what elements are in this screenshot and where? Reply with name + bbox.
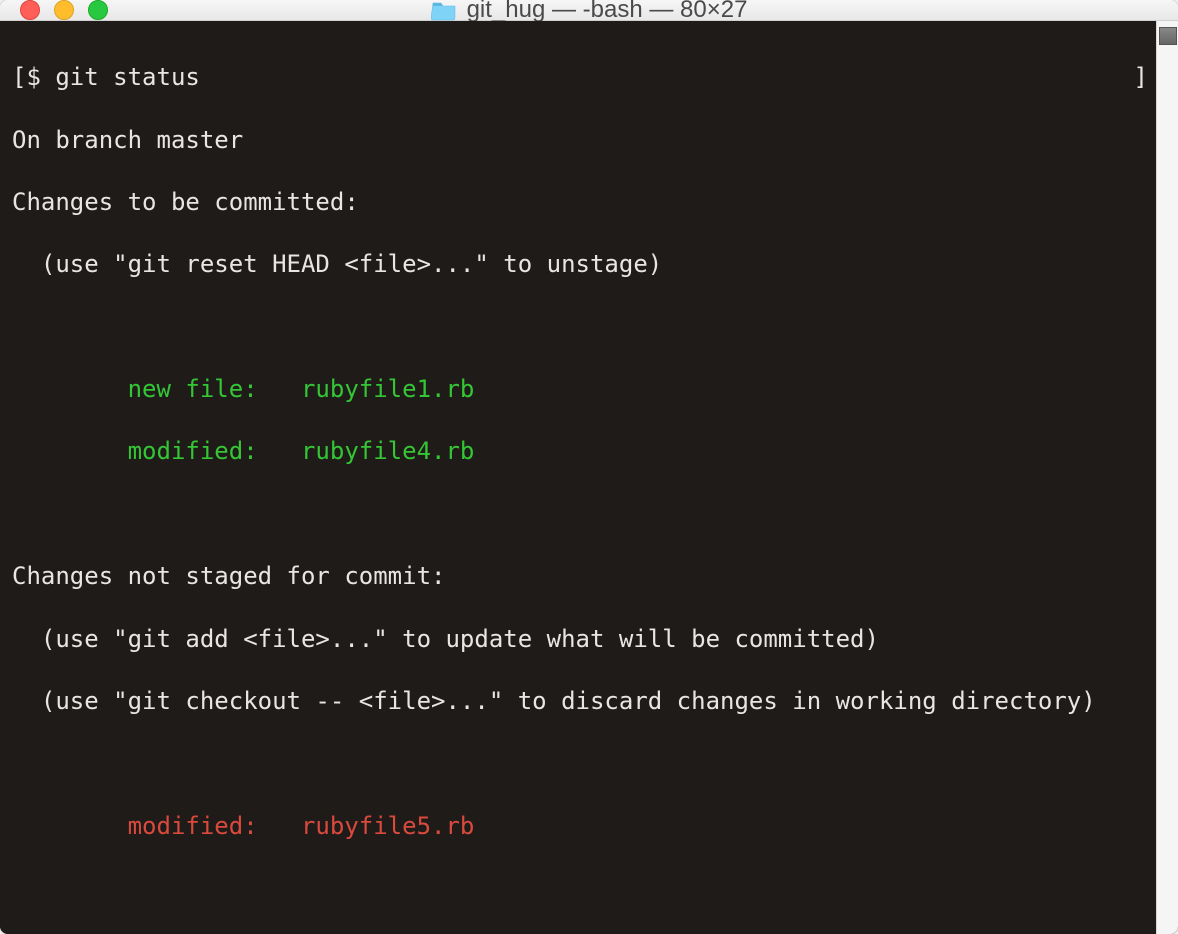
- terminal-content[interactable]: [$ git status] On branch master Changes …: [0, 21, 1156, 934]
- unstaged-file-1: modified: rubyfile5.rb: [12, 811, 1148, 842]
- out-changes-header: Changes to be committed:: [12, 187, 1148, 218]
- blank-line: [12, 748, 1148, 779]
- scrollbar[interactable]: [1156, 21, 1178, 934]
- folder-icon: [431, 0, 457, 21]
- traffic-lights: [0, 0, 108, 20]
- close-button[interactable]: [20, 0, 40, 20]
- blank-line: [12, 499, 1148, 530]
- blank-line: [12, 312, 1148, 343]
- staged-file-2: modified: rubyfile4.rb: [12, 436, 1148, 467]
- blank-line: [12, 873, 1148, 904]
- window-body: [$ git status] On branch master Changes …: [0, 21, 1178, 934]
- prompt-bracket-close: ]: [1134, 62, 1148, 93]
- staged-file-1: new file: rubyfile1.rb: [12, 374, 1148, 405]
- scrollbar-button-icon[interactable]: [1159, 27, 1177, 45]
- maximize-button[interactable]: [88, 0, 108, 20]
- out-unstage-hint: (use "git reset HEAD <file>..." to unsta…: [12, 249, 1148, 280]
- out-branch: On branch master: [12, 125, 1148, 156]
- terminal-window: git_hug — -bash — 80×27 [$ git status] O…: [0, 0, 1178, 934]
- cmd-git-status: git status: [55, 63, 200, 91]
- prompt-symbol: $: [26, 63, 55, 91]
- out-notstaged-header: Changes not staged for commit:: [12, 561, 1148, 592]
- out-checkout-hint: (use "git checkout -- <file>..." to disc…: [12, 686, 1148, 717]
- minimize-button[interactable]: [54, 0, 74, 20]
- prompt-bracket-open: [: [12, 63, 26, 91]
- titlebar[interactable]: git_hug — -bash — 80×27: [0, 0, 1178, 21]
- out-add-hint: (use "git add <file>..." to update what …: [12, 624, 1148, 655]
